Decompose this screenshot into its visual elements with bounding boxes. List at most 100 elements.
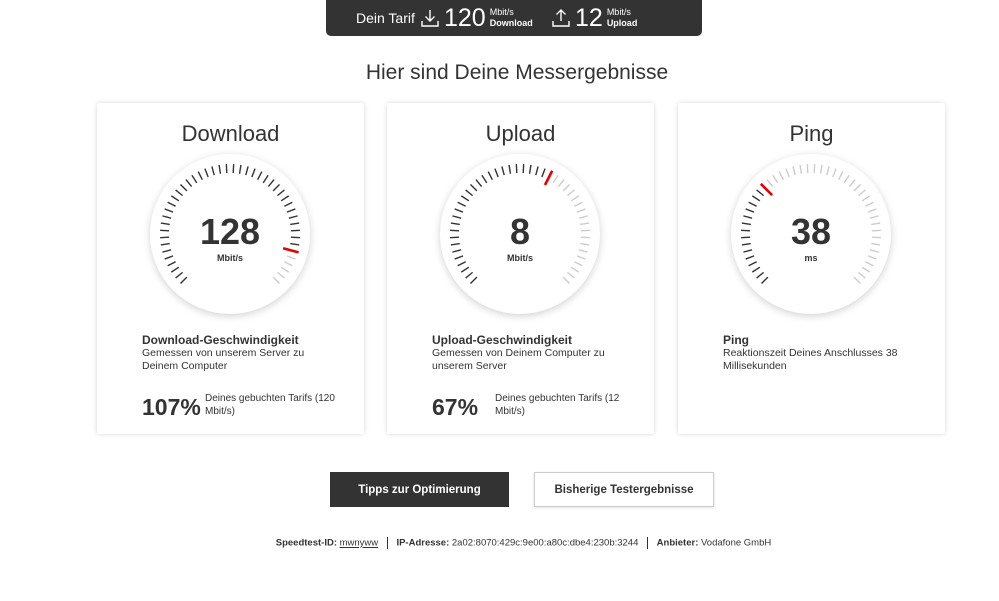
gauge-tick bbox=[460, 266, 470, 273]
tariff-download-value: 120 bbox=[444, 4, 486, 32]
gauge-tick bbox=[861, 266, 871, 273]
gauge-tick bbox=[238, 164, 242, 174]
gauge-tick bbox=[262, 174, 269, 184]
gauge-tick bbox=[843, 174, 850, 184]
gauge-tick bbox=[865, 201, 874, 207]
ping-gauge-unit: ms bbox=[804, 253, 818, 263]
gauge-tick bbox=[175, 271, 184, 279]
provider-label: Anbieter: bbox=[656, 537, 699, 549]
gauge-tick bbox=[566, 271, 575, 279]
tariff-upload: 12 Mbit/s Upload bbox=[551, 3, 637, 33]
gauge-tick bbox=[487, 171, 493, 180]
tips-button[interactable]: Tipps zur Optimierung bbox=[330, 472, 509, 507]
ip-address-label: IP-Adresse: bbox=[396, 537, 450, 549]
download-percent-note: Deines gebuchten Tarifs (120 Mbit/s) bbox=[205, 393, 335, 417]
tariff-label: Dein Tarif bbox=[356, 10, 415, 26]
gauge-tick bbox=[772, 174, 779, 184]
gauge-tick bbox=[185, 179, 193, 188]
gauge-tick bbox=[751, 195, 761, 202]
gauge-tick bbox=[857, 271, 866, 279]
tariff-bar: Dein Tarif 120 Mbit/s Download 12 Mbit/s… bbox=[326, 0, 702, 36]
ping-gauge: 38 ms bbox=[731, 154, 891, 314]
gauge-tick bbox=[211, 166, 215, 176]
upload-percent-note: Deines gebuchten Tarifs (12 Mbit/s) bbox=[495, 393, 620, 417]
gauge-tick bbox=[170, 195, 180, 202]
upload-gauge-unit: Mbit/s bbox=[507, 253, 533, 263]
gauge-tick bbox=[557, 179, 565, 188]
ip-address-value: 2a02:8070:429c:9e00:a80c:dbe4:230b:3244 bbox=[451, 537, 639, 549]
gauge-tick bbox=[792, 166, 796, 176]
gauge-tick bbox=[276, 189, 285, 197]
gauge-needle bbox=[759, 182, 774, 197]
gauge-tick bbox=[857, 189, 866, 197]
gauge-tick bbox=[284, 201, 293, 207]
gauge-tick bbox=[170, 266, 180, 273]
upload-heading: Upload-Geschwindigkeit bbox=[432, 333, 573, 347]
gauge-tick bbox=[528, 164, 532, 174]
download-card: Download 128 Mbit/s Download-Geschwindig… bbox=[97, 103, 364, 434]
gauge-tick bbox=[204, 168, 209, 178]
download-gauge-value: 128 bbox=[199, 211, 261, 252]
tariff-download-unit-text: Mbit/s bbox=[489, 7, 514, 17]
upload-percent: 67% bbox=[432, 394, 479, 420]
gauge-tick bbox=[175, 189, 184, 197]
gauge-tick bbox=[251, 168, 256, 178]
gauge-tick bbox=[465, 271, 474, 279]
gauge-tick bbox=[197, 171, 203, 180]
upload-card-title: Upload bbox=[485, 121, 556, 146]
gauge-tick bbox=[570, 195, 580, 202]
gauge-tick bbox=[751, 266, 761, 273]
gauge-tick bbox=[562, 184, 570, 192]
provider-value: Vodafone GmbH bbox=[701, 537, 772, 549]
footer-divider bbox=[647, 537, 649, 549]
gauge-tick bbox=[280, 195, 290, 202]
gauge-tick bbox=[819, 164, 823, 174]
tariff-upload-unit: Mbit/s Upload bbox=[607, 7, 638, 29]
gauge-tick bbox=[535, 166, 539, 176]
gauge-tick bbox=[570, 266, 580, 273]
gauge-tick bbox=[245, 166, 249, 176]
gauge-tick bbox=[180, 276, 188, 284]
page-title: Hier sind Deine Messergebnisse bbox=[365, 61, 669, 84]
gauge-tick bbox=[501, 166, 505, 176]
gauge-tick bbox=[470, 276, 478, 284]
tariff-download: 120 Mbit/s Download bbox=[420, 3, 533, 33]
gauge-tick bbox=[457, 201, 466, 207]
speedtest-id-label: Speedtest-ID: bbox=[275, 537, 337, 549]
speedtest-id-link[interactable]: mwnyww bbox=[340, 538, 379, 549]
gauge-tick bbox=[272, 184, 280, 192]
ping-heading: Ping bbox=[723, 333, 749, 347]
gauge-tick bbox=[756, 271, 765, 279]
gauge-tick bbox=[280, 266, 290, 273]
download-card-title: Download bbox=[181, 121, 280, 146]
tariff-upload-label: Upload bbox=[606, 18, 638, 28]
gauge-tick bbox=[191, 174, 198, 184]
gauge-tick bbox=[272, 276, 280, 284]
history-button[interactable]: Bisherige Testergebnisse bbox=[534, 472, 714, 507]
gauge-tick bbox=[785, 168, 790, 178]
gauge-tick bbox=[494, 168, 499, 178]
footer-info: Speedtest-ID: mwnyww IP-Adresse: 2a02:80… bbox=[0, 537, 999, 549]
tariff-download-label: Download bbox=[489, 18, 533, 28]
gauge-tick bbox=[218, 164, 222, 174]
gauge-tick bbox=[756, 189, 765, 197]
footer-divider bbox=[386, 537, 388, 549]
gauge-tick bbox=[566, 189, 575, 197]
tariff-upload-value: 12 bbox=[575, 4, 603, 32]
download-description: Gemessen von unserem Server zu Deinem Co… bbox=[142, 347, 305, 372]
gauge-tick bbox=[748, 201, 757, 207]
upload-card: Upload 8 Mbit/s Upload-Geschwindigkeit G… bbox=[387, 103, 654, 434]
ping-card: Ping 38 ms Ping Reaktionszeit Deines Ans… bbox=[678, 103, 945, 434]
gauge-tick bbox=[552, 174, 559, 184]
download-heading: Download-Geschwindigkeit bbox=[142, 333, 299, 347]
gauge-tick bbox=[481, 174, 488, 184]
upload-gauge: 8 Mbit/s bbox=[440, 154, 600, 314]
gauge-tick bbox=[167, 201, 176, 207]
upload-description: Gemessen von Deinem Computer zu unserem … bbox=[432, 347, 605, 372]
gauge-tick bbox=[853, 276, 861, 284]
gauge-tick bbox=[799, 164, 803, 174]
gauge-tick bbox=[848, 179, 856, 188]
gauge-tick bbox=[267, 179, 275, 188]
gauge-tick bbox=[541, 168, 546, 178]
gauge-tick bbox=[761, 276, 769, 284]
